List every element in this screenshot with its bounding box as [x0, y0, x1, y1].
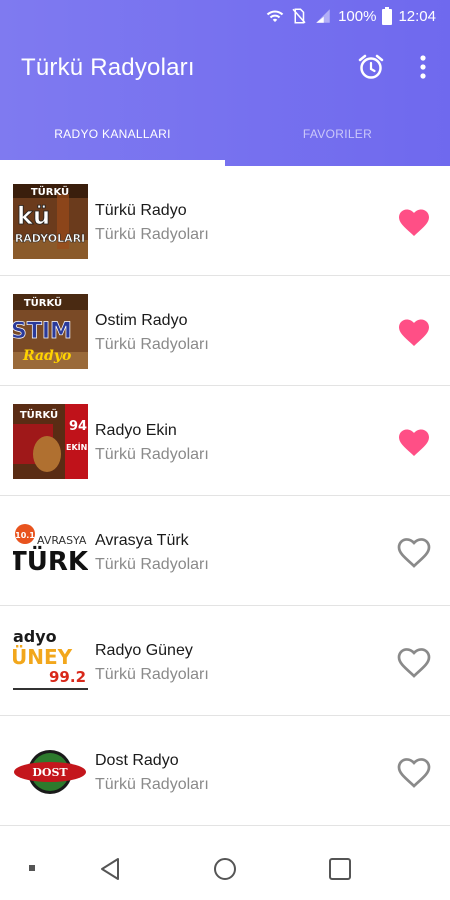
logo-text: 94 [69, 419, 87, 434]
wifi-icon [266, 7, 284, 25]
station-category: Türkü Radyoları [95, 666, 209, 683]
square-dot-icon[interactable] [18, 854, 48, 884]
station-category: Türkü Radyoları [95, 336, 209, 353]
station-row[interactable]: DOST Dost Radyo Türkü Radyoları [0, 716, 450, 826]
logo-text: adyo [13, 627, 57, 646]
station-row[interactable]: TÜRKÜ 94 EKİN Radyo Ekin Türkü Radyoları [0, 386, 450, 496]
logo-text: AVRASYA [37, 534, 87, 547]
station-category: Türkü Radyoları [95, 446, 209, 463]
tab-favorites[interactable]: FAVORILER [225, 108, 450, 160]
station-name: Dost Radyo [95, 752, 179, 769]
clock: 12:04 [398, 7, 436, 25]
station-category: Türkü Radyoları [95, 226, 209, 243]
toolbar: Türkü Radyoları [0, 40, 450, 96]
logo-text: TÜRK [13, 544, 88, 577]
no-sim-icon [290, 7, 308, 25]
logo-text: STIM [13, 319, 72, 344]
station-logo: adyo ÜNEY 99.2 [13, 624, 88, 699]
favorite-heart-outline-icon[interactable] [396, 644, 432, 678]
logo-text: RADYOLARI [15, 232, 85, 245]
logo-text: Radyo [22, 348, 71, 364]
station-logo: TÜRKÜ 94 EKİN [13, 404, 88, 479]
station-category: Türkü Radyoları [95, 776, 209, 793]
app-bar: 100% 12:04 Türkü Radyoları RADYO KANALLA… [0, 0, 450, 166]
logo-text: ÜNEY [13, 645, 73, 669]
station-logo: TÜRKÜ STIM Radyo [13, 294, 88, 369]
station-row[interactable]: TÜRKÜ STIM Radyo Ostim Radyo Türkü Radyo… [0, 276, 450, 386]
logo-text: TÜRKÜ [20, 407, 58, 421]
alarm-icon[interactable] [356, 52, 386, 82]
station-logo: DOST [13, 734, 88, 809]
station-row[interactable]: adyo ÜNEY 99.2 Radyo Güney Türkü Radyola… [0, 606, 450, 716]
logo-text: EKİN [66, 442, 87, 452]
signal-icon [314, 7, 332, 25]
station-logo: 10.1 AVRASYA TÜRK [13, 514, 88, 589]
station-name: Radyo Ekin [95, 422, 177, 439]
station-name: Türkü Radyo [95, 202, 187, 219]
logo-text: 99.2 [49, 668, 86, 686]
favorite-heart-outline-icon[interactable] [396, 534, 432, 568]
back-icon[interactable] [96, 854, 126, 884]
battery-icon [382, 7, 393, 25]
logo-text: DOST [32, 766, 68, 779]
system-nav-bar [0, 836, 450, 900]
station-row[interactable]: 10.1 AVRASYA TÜRK Avrasya Türk Türkü Rad… [0, 496, 450, 606]
favorite-heart-outline-icon[interactable] [396, 754, 432, 788]
logo-text: 10.1 [15, 531, 35, 540]
station-name: Radyo Güney [95, 642, 193, 659]
tab-bar: RADYO KANALLARI FAVORILER [0, 108, 450, 166]
station-category: Türkü Radyoları [95, 556, 209, 573]
app-title: Türkü Radyoları [21, 54, 195, 81]
favorite-heart-icon[interactable] [396, 424, 432, 458]
logo-text: kü [17, 202, 50, 230]
favorite-heart-icon[interactable] [396, 204, 432, 238]
station-logo: TÜRKÜ kü RADYOLARI [13, 184, 88, 259]
tab-radio-channels[interactable]: RADYO KANALLARI [0, 108, 225, 160]
station-list: TÜRKÜ kü RADYOLARI Türkü Radyo Türkü Rad… [0, 166, 450, 826]
status-bar: 100% 12:04 [0, 0, 450, 32]
recents-icon[interactable] [325, 854, 355, 884]
station-name: Ostim Radyo [95, 312, 188, 329]
battery-percent: 100% [338, 7, 377, 25]
favorite-heart-icon[interactable] [396, 314, 432, 348]
station-name: Avrasya Türk [95, 532, 189, 549]
home-icon[interactable] [210, 854, 240, 884]
station-row[interactable]: TÜRKÜ kü RADYOLARI Türkü Radyo Türkü Rad… [0, 166, 450, 276]
logo-text: TÜRKÜ [24, 295, 62, 309]
logo-text: TÜRKÜ [31, 184, 69, 198]
more-vert-icon[interactable] [412, 52, 434, 82]
